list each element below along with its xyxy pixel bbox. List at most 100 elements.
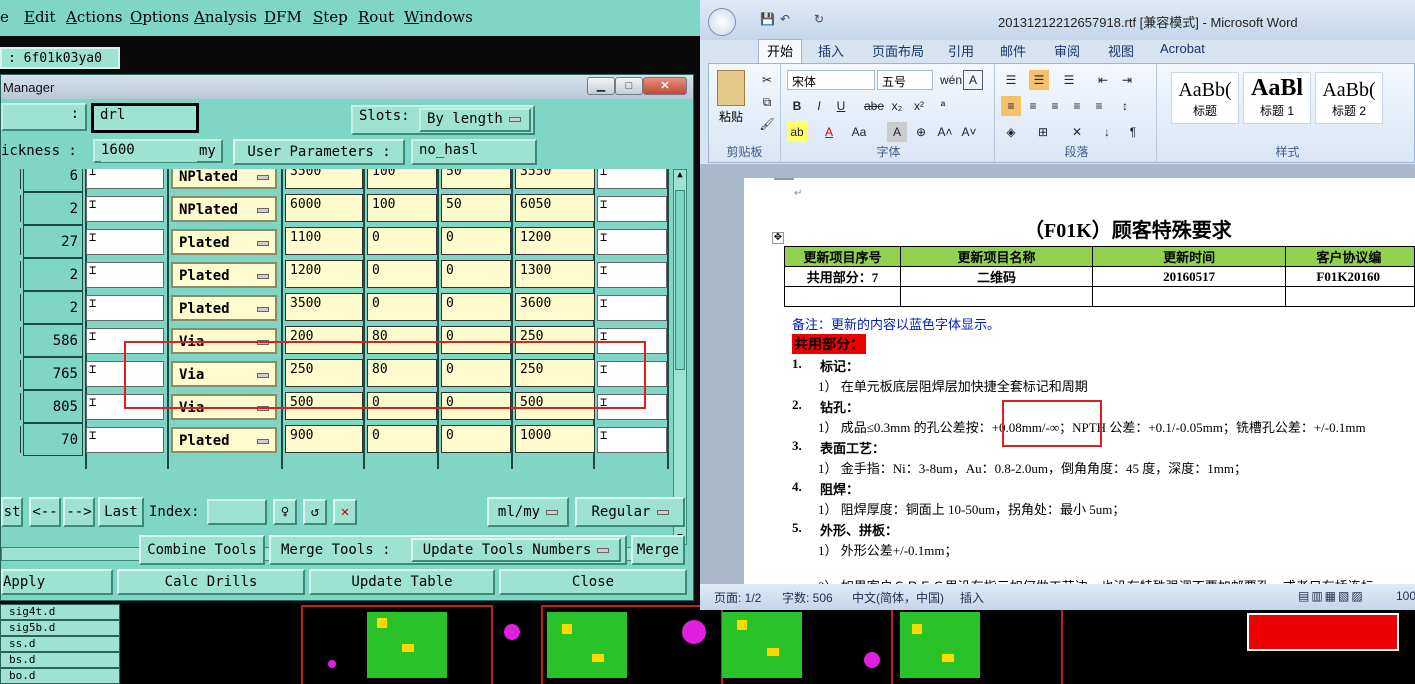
shading-icon[interactable]: ◈ (1001, 122, 1021, 142)
tool-value-field[interactable]: 50 (441, 194, 511, 222)
style-heading-2[interactable]: AaBb(标题 2 (1315, 72, 1383, 124)
finish-size-field[interactable]: ⌶ (86, 262, 164, 288)
subscript-icon[interactable]: x₂ (887, 96, 907, 116)
layer-item[interactable]: sig4t.d (0, 604, 120, 620)
close-button[interactable]: Close (499, 569, 687, 595)
grow-font-icon[interactable]: A˄ (935, 122, 955, 142)
prev-button[interactable]: <-- (29, 497, 61, 527)
tool-value-field[interactable]: 0 (441, 425, 511, 453)
tool-value-field[interactable]: 100 (367, 194, 437, 222)
font-name-combo[interactable]: 宋体 (787, 70, 875, 90)
tool-value-field[interactable]: 0 (367, 293, 437, 321)
scroll-up-icon[interactable]: ▲ (674, 170, 686, 182)
language-status[interactable]: 中文(简体，中国) (852, 589, 944, 606)
row-select-button[interactable] (1, 169, 21, 189)
redo-icon[interactable]: ↻ (814, 12, 824, 26)
minimize-button[interactable]: ▁ (587, 77, 615, 95)
ribbon-tab[interactable]: 邮件 (1000, 41, 1026, 60)
ribbon-tab[interactable]: 视图 (1108, 41, 1134, 60)
menu-rout[interactable]: Rout (358, 8, 394, 26)
menu-dfm[interactable]: DFM (264, 8, 302, 26)
row-select-button[interactable] (1, 261, 21, 288)
tool-value-field[interactable]: 1200 (515, 227, 595, 255)
line-spacing-icon[interactable]: ↕ (1115, 96, 1135, 116)
row-select-button[interactable] (1, 426, 21, 453)
tool-value-field[interactable]: 3500 (285, 293, 363, 321)
close-window-button[interactable]: ✕ (643, 77, 687, 95)
row-select-button[interactable] (1, 327, 21, 354)
finish-size-field[interactable]: ⌶ (86, 295, 164, 321)
finish-size-field[interactable]: ⌶ (86, 427, 164, 453)
bold-icon[interactable]: B (787, 96, 807, 116)
sort-icon[interactable]: ↓ (1097, 122, 1117, 142)
type-dropdown[interactable]: Plated (171, 295, 277, 321)
menu-actions[interactable]: Actions (66, 8, 122, 26)
pcb-canvas[interactable] (122, 604, 1415, 684)
office-logo-icon[interactable] (708, 8, 736, 36)
change-case-icon[interactable]: Aa (849, 122, 869, 142)
paste-label[interactable]: 粘贴 (719, 108, 743, 125)
remark-field[interactable]: ⌶ (597, 229, 667, 255)
row-select-button[interactable] (1, 393, 21, 420)
ribbon-tab[interactable]: 插入 (818, 41, 844, 60)
scroll-thumb[interactable] (675, 190, 685, 370)
ribbon-tab[interactable]: Acrobat (1160, 41, 1205, 56)
remark-field[interactable]: ⌶ (597, 295, 667, 321)
insert-mode[interactable]: 插入 (960, 589, 984, 606)
tool-value-field[interactable]: 6050 (515, 194, 595, 222)
delete-icon[interactable]: ✕ (333, 499, 357, 525)
zoom-level[interactable]: 100 (1396, 589, 1415, 603)
table-move-handle-icon[interactable]: ✥ (772, 232, 784, 244)
apply-button[interactable]: Apply (1, 569, 113, 595)
justify-icon[interactable]: ≡ (1067, 96, 1087, 116)
distributed-icon[interactable]: ≡ (1089, 96, 1109, 116)
highlight-icon[interactable]: ab (787, 122, 807, 142)
menu-file[interactable]: e (0, 8, 9, 26)
next-button[interactable]: --> (63, 497, 95, 527)
tool-value-field[interactable]: 0 (441, 260, 511, 288)
row-select-button[interactable] (1, 228, 21, 255)
asian-layout-icon[interactable]: ✕ (1067, 122, 1087, 142)
first-button[interactable]: st (1, 497, 23, 527)
tool-value-field[interactable]: 3600 (515, 293, 595, 321)
menu-edit[interactable]: Edit (24, 8, 55, 26)
type-dropdown[interactable]: Plated (171, 229, 277, 255)
multilevel-list-icon[interactable]: ☰ (1059, 70, 1079, 90)
user-parameters-button[interactable]: User Parameters : (233, 139, 405, 165)
type-dropdown[interactable]: Plated (171, 262, 277, 288)
bullets-icon[interactable]: ☰ (1001, 70, 1021, 90)
word-count[interactable]: 字数: 506 (782, 589, 833, 606)
user-parameters-field[interactable]: no_hasl (411, 139, 537, 165)
remark-field[interactable]: ⌶ (597, 427, 667, 453)
enclose-char-icon[interactable]: ⊕ (911, 122, 931, 142)
clear-format-icon[interactable]: ª (933, 96, 953, 116)
finish-size-field[interactable]: ⌶ (86, 229, 164, 255)
tool-value-field[interactable]: 0 (367, 227, 437, 255)
char-border-icon[interactable]: A (963, 70, 983, 90)
tool-value-field[interactable]: 3500 (285, 169, 363, 189)
layer-field[interactable]: drl (91, 103, 199, 133)
cut-icon[interactable]: ✂ (757, 70, 777, 90)
copy-icon[interactable]: ⧉ (757, 92, 777, 112)
paste-icon[interactable] (717, 70, 745, 106)
tool-value-field[interactable]: 900 (285, 425, 363, 453)
layer-item[interactable]: ss.d (0, 636, 120, 652)
layer-item[interactable]: sig5b.d (0, 620, 120, 636)
borders-icon[interactable]: ⊞ (1033, 122, 1053, 142)
italic-icon[interactable]: I (809, 96, 829, 116)
numbering-icon[interactable]: ☰ (1029, 70, 1049, 90)
row-select-button[interactable] (1, 195, 21, 222)
page-count[interactable]: 页面: 1/2 (714, 589, 761, 606)
slots-dropdown[interactable]: By length (419, 108, 531, 132)
layer-item[interactable]: bo.d (0, 668, 120, 684)
underline-icon[interactable]: U (831, 96, 851, 116)
tool-value-field[interactable]: 50 (441, 169, 511, 189)
remark-field[interactable]: ⌶ (597, 262, 667, 288)
superscript-icon[interactable]: x² (909, 96, 929, 116)
style-heading-1[interactable]: AaBl 标题 1 (1243, 72, 1311, 124)
maximize-button[interactable]: □ (615, 77, 643, 95)
tool-value-field[interactable]: 0 (441, 227, 511, 255)
align-center-icon[interactable]: ≡ (1023, 96, 1043, 116)
units-dropdown[interactable]: ml/my (487, 497, 569, 527)
save-icon[interactable]: 💾 (760, 12, 775, 26)
